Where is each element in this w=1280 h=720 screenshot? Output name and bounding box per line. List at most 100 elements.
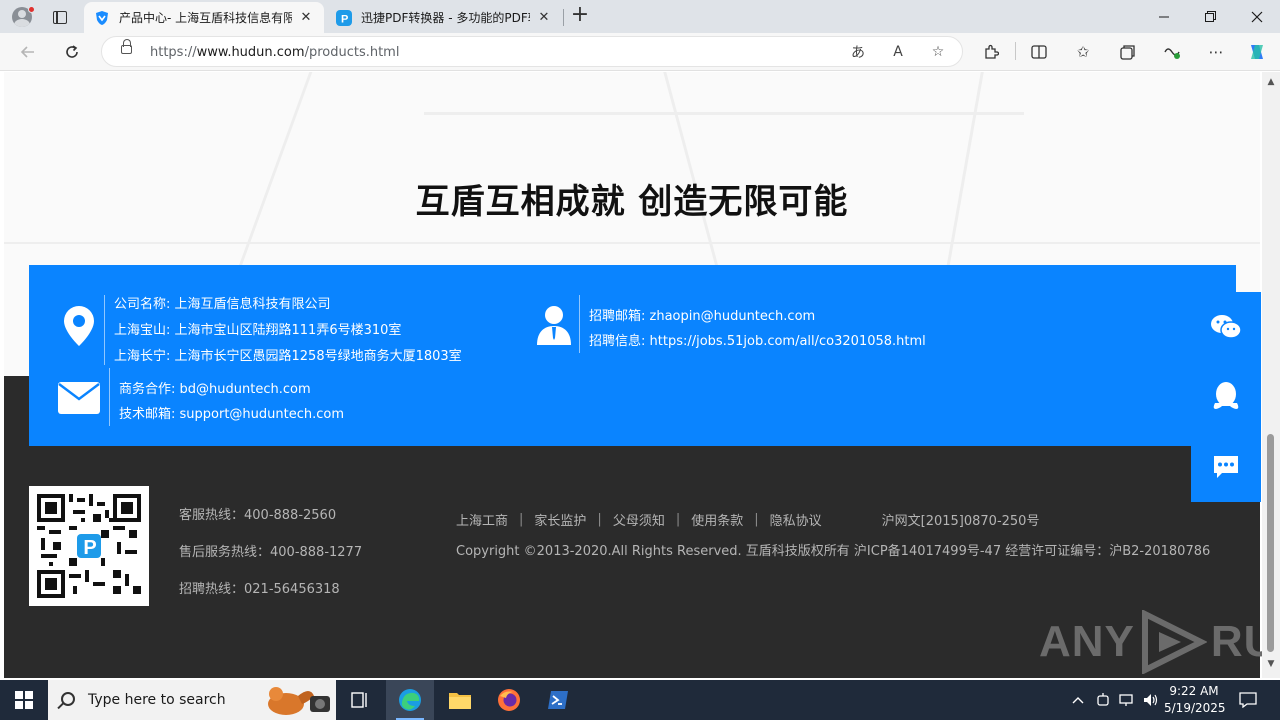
toolbar-separator <box>1015 42 1016 60</box>
taskbar-powershell[interactable] <box>534 680 582 720</box>
link-separator: | <box>519 512 524 527</box>
url-text[interactable]: https://www.hudun.com/products.html <box>150 45 399 60</box>
link-separator: | <box>597 512 602 527</box>
back-button[interactable] <box>15 39 41 65</box>
hotline-service: 客服热线：400-888-2560 <box>179 508 337 523</box>
link-shanghai-gongshang[interactable]: 上海工商 <box>456 510 508 529</box>
tab-title: 迅捷PDF转换器 - 多功能的PDF转 <box>361 11 530 25</box>
link-terms[interactable]: 使用条款 <box>691 510 743 529</box>
copilot-icon[interactable] <box>1246 41 1268 63</box>
link-parent-notice[interactable]: 父母须知 <box>613 510 665 529</box>
anyrun-watermark: ANY RUN <box>1039 610 1280 674</box>
close-icon <box>1251 11 1263 22</box>
chat-message-icon[interactable] <box>1209 450 1243 484</box>
windows-logo-icon <box>15 691 33 709</box>
scroll-up-arrow-icon[interactable]: ▲ <box>1267 78 1275 87</box>
address-changning: 上海长宁: 上海市长宁区愚园路1258号绿地商务大厦1803室 <box>114 349 462 364</box>
collections-icon[interactable] <box>1117 41 1139 63</box>
footer-links: 上海工商 | 家长监护 | 父母须知 | 使用条款 | 隐私协议 沪网文[201… <box>456 510 1039 529</box>
contact-divider <box>104 295 105 365</box>
profile-button[interactable] <box>9 5 35 29</box>
hotline-aftersales: 售后服务热线：400-888-1277 <box>179 545 363 560</box>
search-placeholder: Type here to search <box>88 692 226 708</box>
clock-date: 5/19/2025 <box>1164 701 1226 715</box>
link-parental-control[interactable]: 家长监护 <box>534 510 586 529</box>
performance-icon[interactable] <box>1161 41 1183 63</box>
wechat-icon[interactable] <box>1209 310 1243 344</box>
notification-center-icon[interactable] <box>1236 680 1260 720</box>
taskbar-edge[interactable] <box>386 680 434 720</box>
task-view-button[interactable] <box>336 680 384 720</box>
svg-text:P: P <box>83 537 96 559</box>
clock-time: 9:22 AM <box>1169 684 1219 698</box>
watermark-any: ANY <box>1039 617 1135 666</box>
close-window-button[interactable] <box>1234 0 1280 33</box>
page-viewport: 互盾互相成就 创造无限可能 P 客服热线：400-888-2560 售后服务热线… <box>0 72 1280 678</box>
address-bar[interactable]: https://www.hudun.com/products.html あ A … <box>101 36 963 67</box>
taskbar-file-explorer[interactable] <box>436 680 484 720</box>
edge-icon <box>399 689 421 711</box>
page-slogan: 互盾互相成就 创造无限可能 <box>415 182 849 222</box>
new-tab-button[interactable]: + <box>569 4 591 27</box>
tray-network-icon[interactable] <box>1118 680 1136 720</box>
tech-email[interactable]: 技术邮箱: support@huduntech.com <box>119 403 344 422</box>
icp-wen-text[interactable]: 沪网文[2015]0870-250号 <box>882 510 1040 529</box>
recruit-info[interactable]: 招聘信息: https://jobs.51job.com/all/co32010… <box>589 330 926 349</box>
restore-icon <box>1204 11 1216 22</box>
tray-device-icon[interactable] <box>1094 680 1112 720</box>
address-baoshan: 上海宝山: 上海市宝山区陆翔路111弄6号楼310室 <box>114 323 402 338</box>
read-aloud-icon[interactable]: A <box>888 42 908 62</box>
company-name: 公司名称: 上海互盾信息科技有限公司 <box>114 297 331 312</box>
minimize-button[interactable] <box>1141 0 1187 33</box>
tab-separator <box>563 9 564 26</box>
translate-icon[interactable]: あ <box>848 42 868 62</box>
qr-code-image: P <box>29 486 149 606</box>
search-highlight-image <box>268 687 330 715</box>
scroll-thumb[interactable] <box>1267 434 1274 652</box>
recruit-email[interactable]: 招聘邮箱: zhaopin@huduntech.com <box>589 305 815 324</box>
business-email[interactable]: 商务合作: bd@huduntech.com <box>119 378 311 397</box>
contact-divider <box>579 295 580 353</box>
start-button[interactable] <box>0 680 48 720</box>
tab-pdf-converter[interactable]: P 迅捷PDF转换器 - 多功能的PDF转 ✕ <box>326 2 562 33</box>
envelope-icon <box>57 381 101 419</box>
tab-close-icon[interactable]: ✕ <box>298 10 314 26</box>
tab-actions-icon <box>53 10 67 24</box>
tray-chevron-up-icon[interactable] <box>1070 680 1086 720</box>
minimize-icon <box>1158 16 1169 18</box>
contact-band: 公司名称: 上海互盾信息科技有限公司 上海宝山: 上海市宝山区陆翔路111弄6号… <box>29 265 1236 446</box>
link-separator: | <box>754 512 759 527</box>
location-pin-icon <box>63 305 95 351</box>
back-arrow-icon <box>20 46 34 58</box>
floating-contact-bar <box>1191 292 1261 502</box>
tab-title: 产品中心- 上海互盾科技信息有限 <box>119 11 292 25</box>
tab-close-icon[interactable]: ✕ <box>536 10 552 26</box>
favorites-icon[interactable]: ✩ <box>1072 41 1094 63</box>
refresh-button[interactable] <box>59 39 85 65</box>
svg-text:P: P <box>341 13 348 25</box>
favorite-star-icon[interactable]: ☆ <box>928 42 948 62</box>
page-scrollbar[interactable]: ▲ ▼ <box>1262 72 1280 678</box>
tab-actions-button[interactable] <box>49 6 71 28</box>
link-privacy[interactable]: 隐私协议 <box>770 510 822 529</box>
refresh-icon <box>66 45 78 58</box>
pdf-p-icon: P <box>336 9 352 26</box>
tray-volume-icon[interactable] <box>1142 680 1160 720</box>
contact-divider <box>109 368 110 426</box>
taskbar-clock[interactable]: 9:22 AM 5/19/2025 <box>1164 683 1226 717</box>
powershell-icon <box>548 691 568 709</box>
extensions-icon[interactable] <box>980 41 1002 63</box>
windows-taskbar: Type here to search 9:22 AM 5/19/2025 <box>0 680 1280 720</box>
more-menu-icon[interactable]: ⋯ <box>1205 41 1227 63</box>
split-screen-icon[interactable] <box>1028 41 1050 63</box>
lock-icon <box>121 39 132 54</box>
taskbar-firefox[interactable] <box>485 680 533 720</box>
person-icon <box>536 305 572 349</box>
hudun-shield-icon <box>96 10 108 25</box>
taskbar-search[interactable]: Type here to search <box>48 680 336 720</box>
restore-button[interactable] <box>1187 0 1233 33</box>
search-icon <box>61 692 75 706</box>
scroll-down-arrow-icon[interactable]: ▼ <box>1267 660 1275 669</box>
qq-icon[interactable] <box>1209 380 1243 414</box>
tab-products[interactable]: 产品中心- 上海互盾科技信息有限 ✕ <box>84 2 324 33</box>
